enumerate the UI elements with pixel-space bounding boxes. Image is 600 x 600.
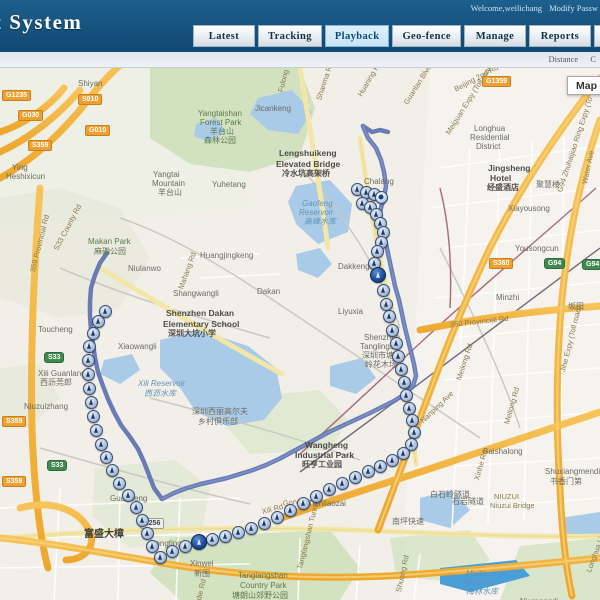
- highway-shield: S359: [2, 416, 27, 427]
- nav-button-latest[interactable]: Latest: [193, 25, 255, 47]
- highway-shield: G010: [85, 125, 111, 136]
- sub-toolbar-right: Distance C: [538, 54, 596, 64]
- route-position-marker[interactable]: [385, 323, 399, 337]
- route-position-marker[interactable]: [402, 401, 416, 415]
- main-navigation: Latest Tracking Playback Geo-fence Manage Rep…: [193, 25, 600, 47]
- route-position-marker[interactable]: [348, 470, 362, 484]
- route-position-marker[interactable]: [322, 482, 336, 496]
- nav-button-tracking[interactable]: Tracking: [258, 25, 322, 47]
- sub-toolbar: Distance C: [0, 52, 600, 68]
- route-position-marker[interactable]: [98, 304, 112, 318]
- route-position-marker[interactable]: [129, 500, 143, 514]
- route-position-marker[interactable]: [376, 283, 390, 297]
- nav-button-reports[interactable]: Reports: [528, 25, 591, 47]
- highway-shield: S360: [489, 258, 514, 269]
- route-position-marker[interactable]: [391, 349, 405, 363]
- highway-shield: S359: [28, 140, 53, 151]
- route-position-marker[interactable]: [231, 525, 245, 539]
- route-position-marker[interactable]: [165, 544, 179, 558]
- nav-button-geo-fence[interactable]: Geo-fence: [392, 25, 461, 47]
- route-position-marker[interactable]: [121, 488, 135, 502]
- route-position-marker[interactable]: [94, 437, 108, 451]
- page-title: ent System: [0, 10, 83, 34]
- route-position-marker[interactable]: [140, 526, 154, 540]
- route-position-marker[interactable]: [405, 413, 419, 427]
- route-position-marker[interactable]: [81, 367, 95, 381]
- route-position-marker[interactable]: [382, 309, 396, 323]
- route-position-marker[interactable]: [397, 375, 411, 389]
- modify-password-link[interactable]: Modify Passw: [549, 3, 598, 13]
- nav-button-manage[interactable]: Manage: [463, 25, 526, 47]
- route-position-marker[interactable]: [86, 409, 100, 423]
- route-position-marker[interactable]: [296, 496, 310, 510]
- route-position-marker[interactable]: [244, 521, 258, 535]
- route-position-marker[interactable]: [112, 476, 126, 490]
- route-position-marker[interactable]: [385, 453, 399, 467]
- route-position-marker[interactable]: [81, 353, 95, 367]
- route-position-marker[interactable]: [389, 336, 403, 350]
- map-type-button[interactable]: Map: [567, 76, 600, 95]
- route-position-marker[interactable]: [374, 190, 388, 204]
- highway-shield: G94: [582, 259, 600, 270]
- highway-shield: S910: [78, 94, 103, 105]
- route-position-marker[interactable]: [379, 297, 393, 311]
- highway-shield: G030: [18, 110, 44, 121]
- route-position-marker[interactable]: [86, 326, 100, 340]
- highway-shield: S359: [2, 476, 27, 487]
- clipped-label[interactable]: C: [590, 54, 596, 64]
- route-position-marker[interactable]: [84, 395, 98, 409]
- highway-shield: G1359: [482, 76, 512, 87]
- route-position-marker[interactable]: [335, 476, 349, 490]
- route-position-marker[interactable]: [105, 463, 119, 477]
- distance-label[interactable]: Distance: [548, 54, 578, 64]
- route-position-marker[interactable]: [153, 550, 167, 564]
- application-window: ent System Welcome,weilichang Modify Pas…: [0, 0, 600, 600]
- route-position-marker[interactable]: [399, 388, 413, 402]
- route-position-marker[interactable]: [270, 510, 284, 524]
- route-position-marker[interactable]: [257, 516, 271, 530]
- route-endpoint-marker[interactable]: [370, 267, 386, 283]
- route-position-marker[interactable]: [309, 489, 323, 503]
- route-position-marker[interactable]: [218, 529, 232, 543]
- route-position-marker[interactable]: [283, 503, 297, 517]
- route-endpoint-marker[interactable]: [191, 534, 207, 550]
- route-position-marker[interactable]: [135, 513, 149, 527]
- welcome-text: Welcome,weilichang: [470, 3, 542, 13]
- route-position-marker[interactable]: [373, 459, 387, 473]
- route-position-marker[interactable]: [82, 381, 96, 395]
- route-position-marker[interactable]: [407, 425, 421, 439]
- route-position-marker[interactable]: [205, 532, 219, 546]
- map-canvas[interactable]: Map Shiyan Yangtaishan Forest Park 羊台山 森林公园 J…: [0, 68, 600, 600]
- nav-button-playback[interactable]: Playback: [324, 25, 390, 47]
- route-position-marker[interactable]: [370, 244, 384, 258]
- welcome-bar: Welcome,weilichang Modify Passw: [466, 3, 598, 13]
- route-position-marker[interactable]: [361, 464, 375, 478]
- route-position-marker[interactable]: [89, 423, 103, 437]
- app-header: ent System Welcome,weilichang Modify Pas…: [0, 0, 600, 52]
- route-position-marker[interactable]: [145, 539, 159, 553]
- highway-shield: G1235: [2, 90, 32, 101]
- highway-shield: S33: [47, 460, 68, 471]
- route-position-marker[interactable]: [82, 339, 96, 353]
- route-position-marker[interactable]: [178, 539, 192, 553]
- nav-button-ve[interactable]: Ve: [593, 25, 600, 47]
- highway-shield: G94: [544, 258, 566, 269]
- highway-shield: S33: [44, 352, 65, 363]
- route-position-marker[interactable]: [99, 450, 113, 464]
- route-position-marker[interactable]: [394, 362, 408, 376]
